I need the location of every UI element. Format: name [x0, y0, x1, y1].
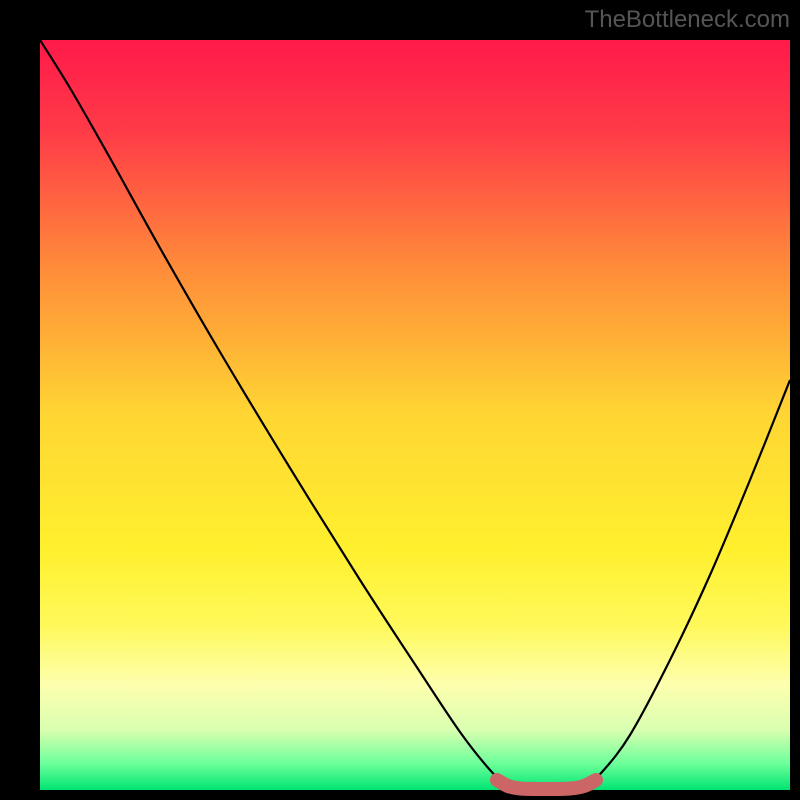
- chart-svg: [0, 0, 800, 800]
- watermark-text: TheBottleneck.com: [585, 6, 790, 34]
- plot-area: [40, 40, 790, 790]
- chart-container: TheBottleneck.com: [0, 0, 800, 800]
